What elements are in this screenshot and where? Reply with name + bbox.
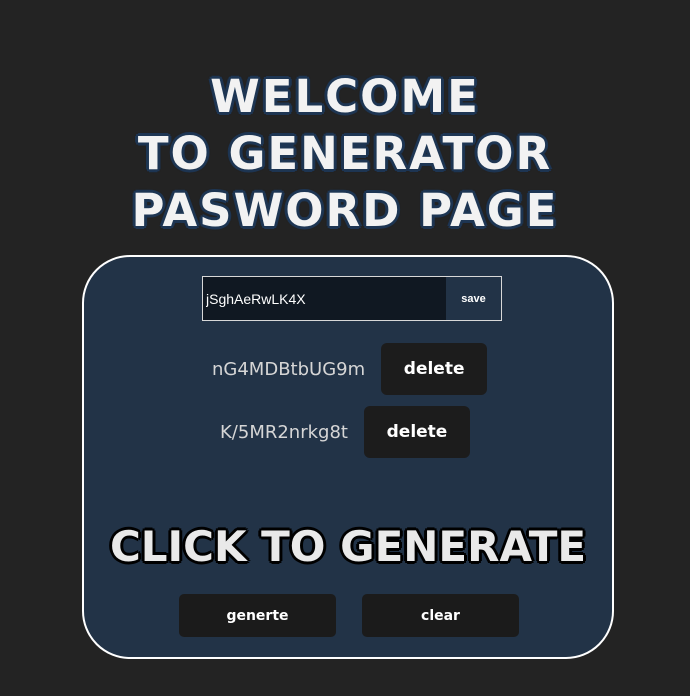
saved-password-text: nG4MDBtbUG9m: [212, 358, 366, 380]
page-title: WELCOME TO GENERATOR PASWORD PAGE: [0, 68, 690, 239]
password-input[interactable]: [203, 277, 446, 320]
saved-password-row: K/5MR2nrkg8t delete: [220, 406, 470, 458]
saved-password-text: K/5MR2nrkg8t: [220, 421, 348, 443]
delete-button[interactable]: delete: [363, 406, 470, 458]
saved-password-row: nG4MDBtbUG9m delete: [212, 343, 488, 395]
title-line-2: TO GENERATOR: [137, 127, 553, 180]
generate-button[interactable]: generte: [179, 594, 336, 637]
generate-heading: CLICK TO GENERATE: [109, 522, 587, 571]
delete-button[interactable]: delete: [381, 343, 488, 395]
save-button[interactable]: save: [446, 277, 501, 320]
password-input-group: save: [202, 276, 502, 321]
title-line-3: PASWORD PAGE: [131, 184, 559, 237]
title-line-1: WELCOME: [210, 70, 480, 123]
generator-panel: save nG4MDBtbUG9m delete K/5MR2nrkg8t de…: [82, 255, 614, 659]
clear-button[interactable]: clear: [362, 594, 519, 637]
